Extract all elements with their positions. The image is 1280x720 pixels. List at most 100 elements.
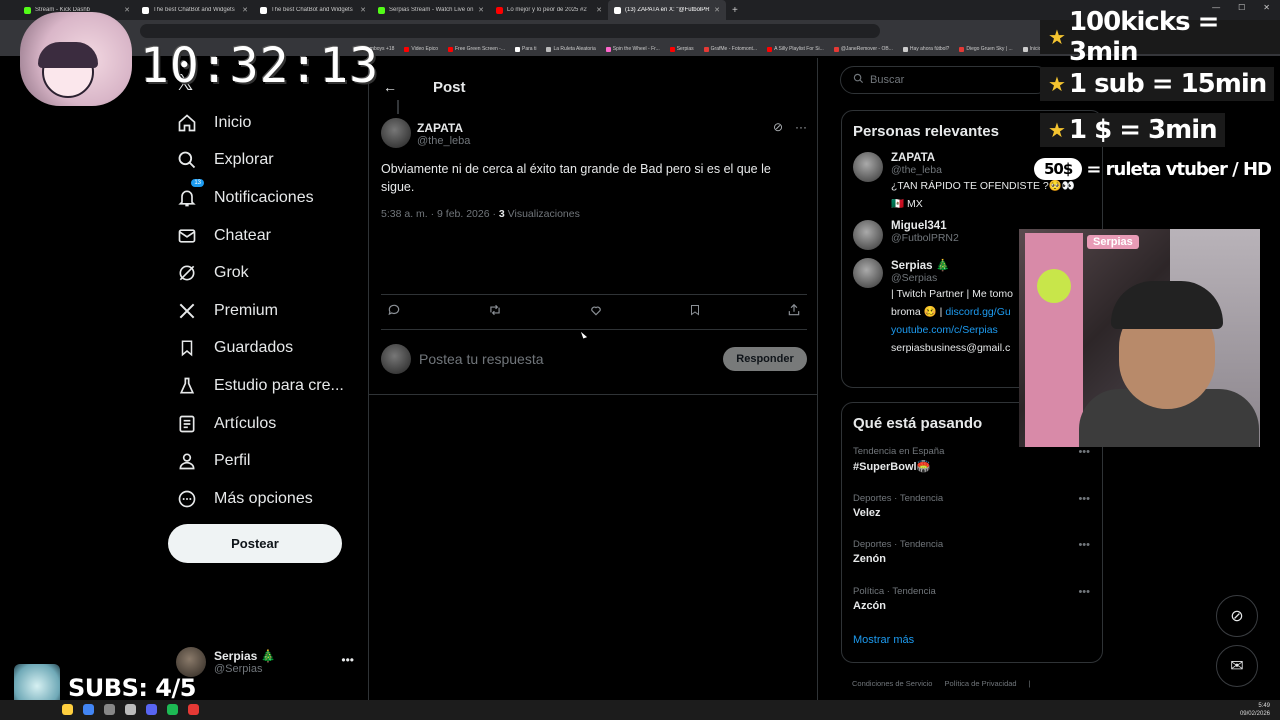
bookmark-item[interactable]: Para ti <box>515 46 536 52</box>
bookmark-item[interactable]: Spin the Wheel - Fr... <box>605 46 660 52</box>
sidebar-item-label: Chatear <box>214 226 271 244</box>
more-icon[interactable]: ••• <box>1078 446 1090 458</box>
sidebar-item-perfil[interactable]: Perfil <box>168 442 368 480</box>
app-icon[interactable] <box>188 704 199 715</box>
goal-pill: 50$ <box>1034 158 1083 180</box>
avatar[interactable] <box>853 220 883 250</box>
spotify-icon[interactable] <box>167 704 178 715</box>
reply-composer: Postea tu respuesta Responder <box>381 340 807 378</box>
author-handle[interactable]: @the_leba <box>417 135 470 147</box>
close-tab-icon[interactable]: ✕ <box>596 6 602 14</box>
avatar[interactable] <box>853 152 883 182</box>
sidebar-item-artículos[interactable]: Artículos <box>168 405 368 443</box>
close-tab-icon[interactable]: ✕ <box>714 6 720 14</box>
reply-button[interactable]: Responder <box>723 347 807 371</box>
bookmark-item[interactable]: La Ruleta Aleatoria <box>546 46 596 52</box>
folder-icon[interactable] <box>62 704 73 715</box>
trend-item[interactable]: Política · Tendencia Azcón ••• <box>842 580 1102 627</box>
goal-text: 1 sub = 15min <box>1068 69 1267 99</box>
more-icon[interactable]: ••• <box>1078 493 1090 505</box>
bookmark-item[interactable]: GrafMe - Fotomont... <box>703 46 757 52</box>
discord-icon[interactable] <box>146 704 157 715</box>
more-icon[interactable]: ••• <box>1078 539 1090 551</box>
sidebar-item-estudio-para-cre[interactable]: Estudio para cre... <box>168 367 368 405</box>
author-avatar[interactable] <box>381 118 411 148</box>
footer-link[interactable]: | <box>1029 679 1031 688</box>
close-tab-icon[interactable]: ✕ <box>124 6 130 14</box>
more-icon[interactable]: ··· <box>795 120 807 134</box>
bookmark-item[interactable]: Free Green Screen -... <box>448 46 505 52</box>
sidebar-item-más-opciones[interactable]: Más opciones <box>168 480 368 518</box>
tweet-meta: 5:38 a. m. · 9 feb. 2026 · 3 Visualizaci… <box>381 208 807 220</box>
bio-link[interactable]: discord.gg/Gu <box>945 306 1010 318</box>
trend-category: Deportes · Tendencia <box>853 492 944 504</box>
sidebar-item-notificaciones[interactable]: 13 Notificaciones <box>168 178 368 217</box>
browser-tab[interactable]: Serpias Stream - Watch Live on ✕ <box>372 0 490 20</box>
tab-title: Lo mejor y lo peor de 2025 #2 <box>507 7 587 13</box>
browser-tab[interactable]: The best ChatBot and Widgets ✕ <box>254 0 372 20</box>
reply-icon[interactable] <box>387 303 401 322</box>
trend-item[interactable]: Deportes · Tendencia Velez ••• <box>842 487 1102 534</box>
app-icon[interactable] <box>104 704 115 715</box>
sidebar-item-label: Notificaciones <box>214 188 314 206</box>
person-name[interactable]: Miguel341 <box>891 220 959 232</box>
author-name[interactable]: ZAPATA <box>417 121 470 135</box>
bookmark-icon[interactable] <box>689 303 701 322</box>
tab-favicon-icon <box>260 6 267 14</box>
trend-item[interactable]: Deportes · Tendencia Zenón ••• <box>842 533 1102 580</box>
sidebar-item-chatear[interactable]: Chatear <box>168 217 368 255</box>
close-tab-icon[interactable]: ✕ <box>242 6 248 14</box>
sidebar-item-explorar[interactable]: Explorar <box>168 142 368 180</box>
page-title: Post <box>433 78 466 96</box>
browser-tab[interactable]: (13) ZAPATA en X: "@FutbolPR ✕ <box>608 0 726 20</box>
address-bar[interactable] <box>140 24 880 38</box>
person-handle[interactable]: @Serpias <box>891 272 1013 284</box>
grok-fab[interactable]: ⊘ <box>1216 595 1258 637</box>
bookmark-item[interactable]: A Silly Playlist For Si... <box>767 46 824 52</box>
person-name[interactable]: Serpias 🎄 <box>891 258 1013 272</box>
sidebar-item-premium[interactable]: Premium <box>168 292 368 330</box>
show-more-link[interactable]: Mostrar más <box>842 626 1102 662</box>
like-icon[interactable] <box>589 303 603 322</box>
share-icon[interactable] <box>787 303 801 322</box>
bookmark-item[interactable]: Hay ahora fútbol? <box>902 46 949 52</box>
more-icon[interactable]: ••• <box>341 653 354 667</box>
bookmark-label: Spin the Wheel - Fr... <box>612 46 660 52</box>
post-button[interactable]: Postear <box>168 524 342 563</box>
repost-icon[interactable] <box>487 303 503 322</box>
reply-input[interactable]: Postea tu respuesta <box>419 351 715 367</box>
footer-link[interactable]: Condiciones de Servicio <box>852 679 932 688</box>
bookmark-label: @JaneRemover - OB... <box>840 46 893 52</box>
sidebar-item-inicio[interactable]: Inicio <box>168 104 368 142</box>
close-tab-icon[interactable]: ✕ <box>360 6 366 14</box>
back-arrow-icon[interactable]: ← <box>383 79 397 95</box>
sidebar-item-guardados[interactable]: Guardados <box>168 330 368 368</box>
stream-timer: 10:32:13 <box>140 38 380 94</box>
new-tab-icon[interactable]: + <box>732 5 738 16</box>
browser-tab[interactable]: The best ChatBot and Widgets ✕ <box>136 0 254 20</box>
bio-link[interactable]: youtube.com/c/Serpias <box>891 323 1013 338</box>
browser-tab[interactable]: Lo mejor y lo peor de 2025 #2 ✕ <box>490 0 608 20</box>
bookmark-item[interactable]: @JaneRemover - OB... <box>833 46 893 52</box>
clock-time: 5:49 <box>1258 703 1270 709</box>
footer-link[interactable]: Política de Privacidad <box>944 679 1016 688</box>
chrome-icon[interactable] <box>83 704 94 715</box>
messages-fab[interactable]: ✉ <box>1216 645 1258 687</box>
sidebar-item-grok[interactable]: Grok <box>168 254 368 292</box>
more-icon[interactable]: ••• <box>1078 586 1090 598</box>
app-icon[interactable] <box>125 704 136 715</box>
sidebar-nav: Inicio Explorar 13 Notificaciones Chatear Gro… <box>168 104 368 518</box>
star-icon: ★ <box>1048 72 1066 96</box>
avatar[interactable] <box>853 258 883 288</box>
account-switcher[interactable]: Serpias 🎄 @Serpias ••• <box>176 645 356 679</box>
tweet-timestamp[interactable]: 5:38 a. m. · 9 feb. 2026 · <box>381 208 499 220</box>
search-input[interactable]: Buscar <box>840 66 1050 94</box>
trend-name: #SuperBowl🏟️ <box>853 461 931 473</box>
bookmark-item[interactable]: Diego Gruen Sky | ... <box>959 46 1013 52</box>
bookmark-item[interactable]: Serpias <box>669 46 694 52</box>
bookmark-item[interactable]: Video Epico <box>404 46 438 52</box>
person-handle[interactable]: @FutbolPRN2 <box>891 232 959 244</box>
close-tab-icon[interactable]: ✕ <box>478 6 484 14</box>
search-icon <box>853 73 864 87</box>
grok-icon[interactable]: ⊘ <box>773 120 783 134</box>
